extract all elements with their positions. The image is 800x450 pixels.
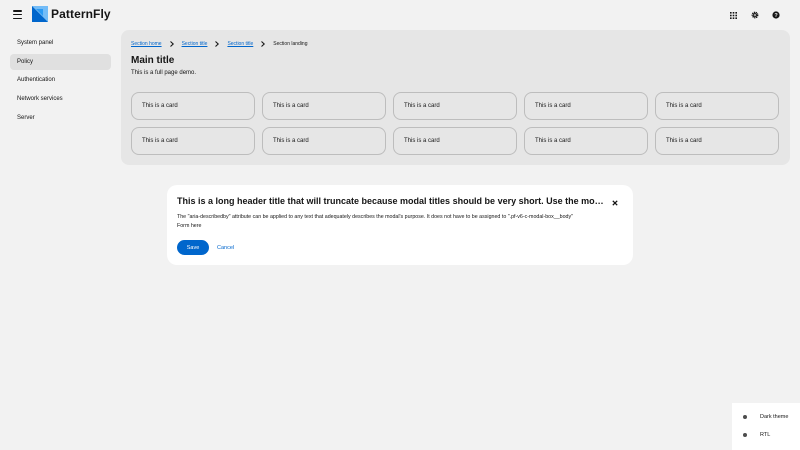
modal-dialog: This is a long header title that will tr… bbox=[167, 185, 633, 265]
breadcrumb-link[interactable]: Section title bbox=[182, 41, 208, 47]
main-content: Section home Section title Section title… bbox=[121, 30, 790, 165]
page-title: Main title bbox=[131, 55, 175, 66]
theme-toggles-panel: Dark theme RTL bbox=[732, 403, 800, 450]
grid-icon[interactable] bbox=[723, 9, 744, 21]
sidebar-item-authentication[interactable]: Authentication bbox=[10, 72, 111, 88]
sidebar-item-policy[interactable]: Policy bbox=[10, 53, 111, 70]
card[interactable]: This is a card bbox=[131, 92, 255, 120]
gear-icon[interactable] bbox=[744, 9, 765, 21]
sidebar-item-system-panel[interactable]: System panel bbox=[10, 35, 111, 51]
dark-theme-label: Dark theme bbox=[760, 414, 789, 420]
sidebar-item-server[interactable]: Server bbox=[10, 110, 111, 126]
breadcrumb-link[interactable]: Section title bbox=[227, 41, 253, 47]
card-text: This is a card bbox=[535, 103, 571, 109]
modal-title: This is a long header title that will tr… bbox=[177, 196, 605, 206]
modal-form-placeholder: Form here bbox=[177, 223, 202, 229]
dark-theme-switch[interactable] bbox=[740, 413, 754, 421]
masthead: PatternFly ? bbox=[0, 0, 800, 29]
card[interactable]: This is a card bbox=[524, 92, 648, 120]
switch-knob bbox=[743, 433, 747, 437]
dark-theme-row: Dark theme bbox=[740, 413, 788, 421]
card[interactable]: This is a card bbox=[262, 92, 386, 120]
card[interactable]: This is a card bbox=[524, 127, 648, 155]
logo[interactable]: PatternFly bbox=[32, 6, 111, 22]
card-text: This is a card bbox=[666, 103, 702, 109]
breadcrumb-current: Section landing bbox=[273, 41, 308, 47]
save-button[interactable]: Save bbox=[177, 240, 209, 255]
menu-icon[interactable] bbox=[13, 10, 22, 19]
card-text: This is a card bbox=[142, 103, 178, 109]
card-text: This is a card bbox=[142, 138, 178, 144]
card-text: This is a card bbox=[273, 138, 309, 144]
sidebar-item-network-services[interactable]: Network services bbox=[10, 91, 111, 107]
logo-text: PatternFly bbox=[51, 7, 111, 21]
card-text: This is a card bbox=[535, 138, 571, 144]
modal-body: The "aria-describedby" attribute can be … bbox=[177, 213, 627, 231]
chevron-right-icon bbox=[169, 41, 175, 47]
card-grid: This is a card This is a card This is a … bbox=[131, 92, 779, 155]
modal-description: The "aria-describedby" attribute can be … bbox=[177, 214, 574, 220]
chevron-right-icon bbox=[260, 41, 266, 47]
breadcrumb-link[interactable]: Section home bbox=[131, 41, 162, 47]
sidebar-nav: System panel Policy Authentication Netwo… bbox=[10, 35, 111, 128]
modal-footer: Save Cancel bbox=[177, 240, 234, 255]
rtl-label: RTL bbox=[760, 432, 771, 438]
close-icon[interactable] bbox=[610, 198, 620, 208]
card[interactable]: This is a card bbox=[262, 127, 386, 155]
rtl-row: RTL bbox=[740, 431, 770, 439]
card-text: This is a card bbox=[273, 103, 309, 109]
help-icon[interactable]: ? bbox=[765, 9, 786, 21]
card[interactable]: This is a card bbox=[393, 92, 517, 120]
chevron-right-icon bbox=[214, 41, 220, 47]
sidebar-item-label: System panel bbox=[17, 40, 54, 46]
card-text: This is a card bbox=[404, 103, 440, 109]
switch-knob bbox=[743, 415, 747, 419]
rtl-switch[interactable] bbox=[740, 431, 754, 439]
sidebar-item-label: Network services bbox=[17, 96, 63, 103]
sidebar-item-label: Authentication bbox=[17, 77, 56, 84]
cancel-button[interactable]: Cancel bbox=[217, 245, 234, 251]
masthead-tools: ? bbox=[723, 9, 786, 21]
sidebar-item-label: Policy bbox=[17, 58, 34, 65]
card[interactable]: This is a card bbox=[655, 92, 779, 120]
page-description: This is a full page demo. bbox=[131, 70, 197, 76]
patternfly-logo-icon bbox=[32, 6, 48, 22]
sidebar-item-label: Server bbox=[17, 114, 35, 121]
card[interactable]: This is a card bbox=[131, 127, 255, 155]
breadcrumb: Section home Section title Section title… bbox=[131, 41, 308, 47]
card-text: This is a card bbox=[666, 138, 702, 144]
card[interactable]: This is a card bbox=[655, 127, 779, 155]
card-text: This is a card bbox=[404, 138, 440, 144]
card[interactable]: This is a card bbox=[393, 127, 517, 155]
